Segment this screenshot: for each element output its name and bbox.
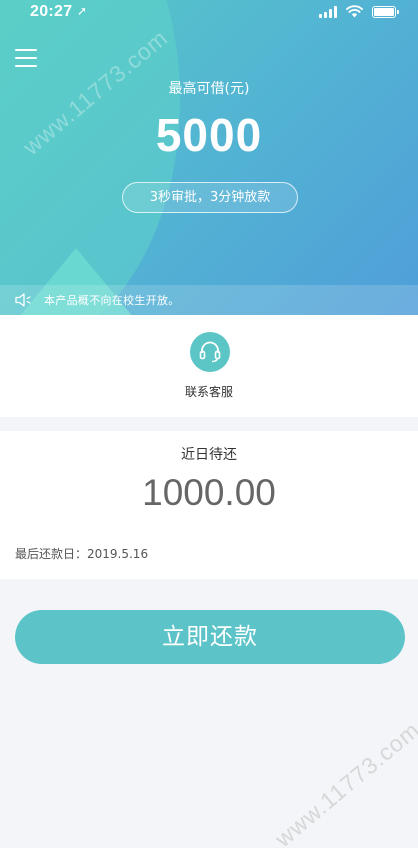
repayment-card: 近日待还 1000.00 最后还款日：2019.5.16 <box>0 431 418 579</box>
signal-icon <box>319 5 337 18</box>
contact-service-button[interactable] <box>190 332 230 372</box>
repayment-amount: 1000.00 <box>142 472 276 513</box>
repay-now-button[interactable]: 立即还款 <box>15 610 405 664</box>
promo-badge: 3秒审批，3分钟放款 <box>122 182 298 213</box>
notice-bar: 本产品概不向在校生开放。 <box>0 285 418 315</box>
location-arrow-icon: ➚ <box>77 4 88 18</box>
repayment-due-date: 最后还款日：2019.5.16 <box>15 547 149 561</box>
menu-button[interactable] <box>15 49 37 67</box>
contact-service-label: 联系客服 <box>184 385 233 399</box>
speaker-icon <box>15 293 31 307</box>
hamburger-icon <box>15 49 37 51</box>
repayment-title: 近日待还 <box>181 447 237 463</box>
limit-amount: 5000 <box>155 109 263 161</box>
headset-icon <box>199 341 221 363</box>
watermark-bottom: www.11773.com <box>270 716 418 848</box>
status-bar: 20:27 ➚ <box>0 0 418 26</box>
wifi-icon <box>346 5 363 18</box>
service-section: 联系客服 <box>0 315 418 417</box>
limit-label: 最高可借(元) <box>168 81 250 97</box>
battery-icon <box>372 5 399 18</box>
status-time: 20:27 <box>30 3 73 20</box>
status-icons <box>319 5 399 18</box>
notice-text: 本产品概不向在校生开放。 <box>44 294 180 307</box>
